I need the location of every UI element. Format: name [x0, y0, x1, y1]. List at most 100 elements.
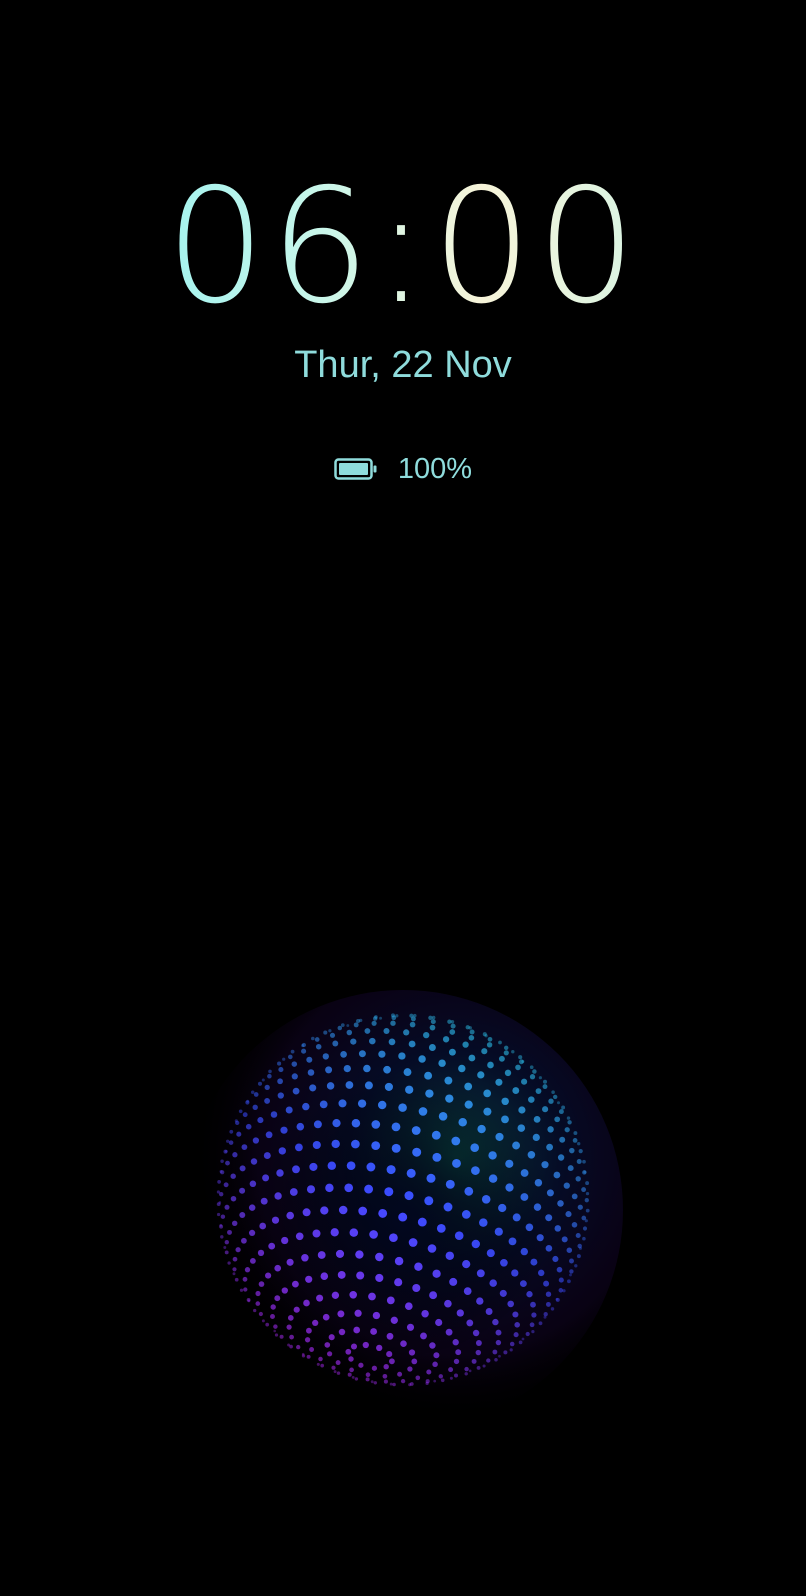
particle-dot — [301, 1352, 305, 1356]
particle-dot — [274, 1295, 281, 1302]
particle-dot — [383, 1065, 391, 1074]
particle-dot — [255, 1301, 261, 1306]
particle-dot — [316, 1362, 320, 1366]
particle-dot — [277, 1078, 283, 1085]
particle-dot — [372, 1311, 381, 1320]
particle-sphere-graphic — [183, 990, 623, 1430]
particle-dot — [295, 1143, 303, 1152]
particle-dot — [534, 1178, 543, 1187]
particle-dot — [415, 1375, 421, 1381]
particle-dot — [409, 1021, 416, 1028]
particle-dot — [407, 1366, 413, 1372]
particle-dot — [327, 1161, 337, 1170]
particle-dot — [249, 1180, 257, 1188]
particle-dot — [258, 1281, 265, 1287]
particle-dot — [571, 1222, 578, 1228]
particle-dot — [350, 1343, 358, 1350]
particle-dot — [431, 1015, 436, 1020]
aod-lockscreen: 06:00 Thur, 22 Nov 100% — [0, 0, 806, 1596]
particle-dot — [232, 1267, 237, 1272]
particle-dot — [218, 1201, 222, 1204]
particle-dot — [229, 1129, 234, 1134]
particle-dot — [573, 1131, 578, 1136]
particle-dot — [486, 1042, 493, 1048]
particle-dot — [408, 1383, 412, 1387]
particle-dot — [582, 1236, 586, 1241]
particle-dot — [557, 1101, 560, 1105]
particle-dot — [458, 1064, 466, 1073]
particle-dot — [255, 1290, 261, 1297]
particle-dot — [351, 1376, 355, 1379]
particle-dot — [492, 1349, 498, 1355]
particle-dot — [241, 1237, 247, 1244]
particle-dot — [257, 1081, 263, 1086]
particle-dot — [445, 1179, 455, 1189]
particle-dot — [425, 1381, 429, 1386]
particle-dot — [314, 1037, 320, 1042]
particle-dot — [293, 1306, 300, 1313]
particle-dot — [248, 1204, 256, 1211]
particle-dot — [557, 1154, 565, 1161]
particle-dot — [475, 1349, 482, 1356]
particle-dot — [290, 1049, 295, 1054]
particle-dot — [508, 1237, 517, 1246]
particle-dot — [369, 1230, 378, 1239]
particle-dot — [535, 1088, 542, 1094]
particle-dot — [521, 1060, 525, 1063]
particle-dot — [520, 1193, 529, 1201]
particle-dot — [384, 1082, 393, 1091]
particle-dot — [533, 1115, 541, 1123]
particle-dot — [400, 1378, 406, 1384]
particle-dot — [448, 1367, 454, 1373]
particle-dot — [450, 1020, 455, 1024]
particle-dot — [389, 1358, 395, 1365]
particle-dot — [245, 1123, 252, 1130]
particle-dot — [250, 1158, 258, 1165]
particle-dot — [371, 1141, 381, 1151]
particle-dot — [220, 1159, 224, 1164]
particle-dot — [264, 1097, 271, 1104]
particle-dot — [530, 1258, 538, 1266]
particle-dot — [564, 1127, 570, 1133]
particle-dot — [561, 1105, 566, 1110]
particle-dot — [543, 1280, 550, 1287]
particle-dot — [454, 1231, 464, 1241]
particle-dot — [411, 1358, 418, 1365]
particle-dot — [312, 1140, 321, 1150]
particle-dot — [358, 1050, 366, 1058]
particle-dot — [455, 1349, 462, 1356]
particle-dot — [495, 1339, 502, 1346]
particle-dot — [503, 1350, 508, 1355]
particle-dot — [503, 1045, 509, 1051]
particle-dot — [486, 1358, 491, 1363]
particle-dot — [336, 1371, 341, 1375]
particle-dot — [239, 1212, 246, 1218]
particle-dot — [265, 1272, 272, 1279]
particle-dot — [481, 1195, 491, 1204]
particle-dot — [383, 1379, 388, 1384]
particle-dot — [545, 1244, 553, 1252]
particle-dot — [486, 1249, 495, 1258]
particle-dot — [462, 1041, 469, 1048]
particle-dot — [323, 1030, 328, 1035]
particle-dot — [552, 1255, 559, 1263]
particle-dot — [287, 1054, 293, 1060]
particle-dot — [585, 1208, 590, 1213]
particle-dot — [543, 1312, 548, 1317]
particle-dot — [386, 1296, 395, 1305]
particle-dot — [268, 1069, 272, 1074]
particle-dot — [354, 1377, 359, 1381]
particle-dot — [484, 1034, 488, 1038]
particle-dot — [585, 1191, 590, 1196]
particle-dot — [322, 1313, 330, 1321]
particle-dot — [337, 1310, 345, 1318]
particle-dot — [320, 1363, 325, 1368]
particle-dot — [244, 1267, 251, 1273]
particle-dot — [277, 1061, 282, 1066]
particle-dot — [292, 1087, 300, 1095]
particle-dot — [456, 1309, 464, 1317]
particle-dot — [265, 1322, 270, 1327]
particle-dot — [471, 1358, 477, 1364]
particle-dot — [326, 1082, 335, 1090]
particle-dot — [483, 1089, 492, 1098]
